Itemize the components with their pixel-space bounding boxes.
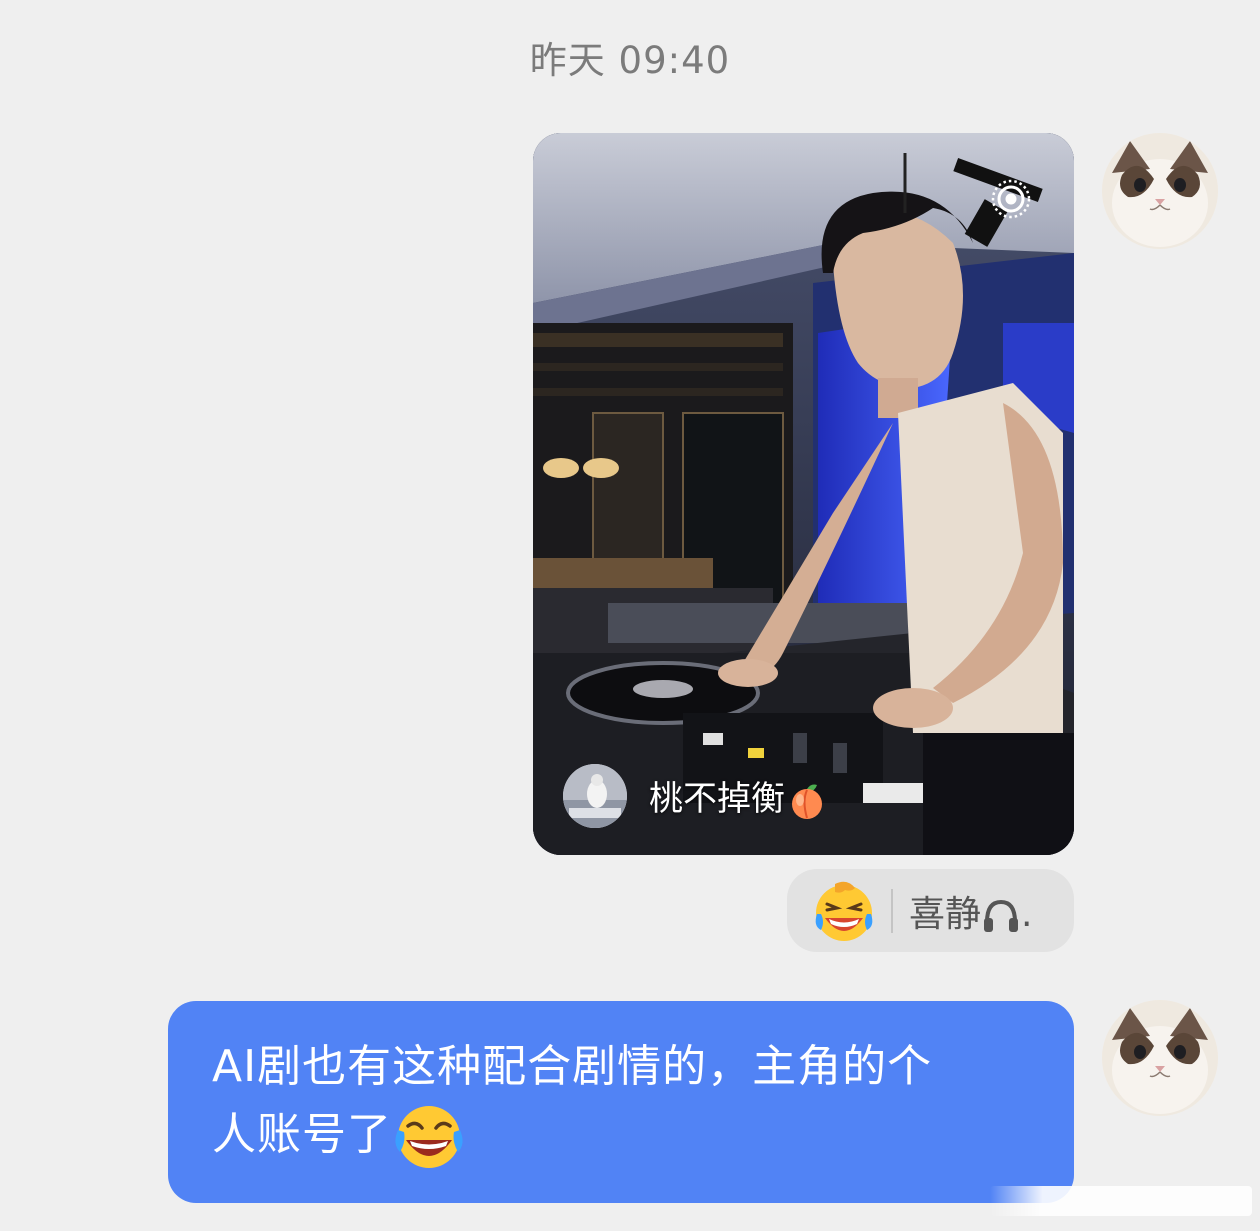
- headphone-icon: [984, 899, 1019, 932]
- user-avatar[interactable]: [1102, 1000, 1218, 1116]
- message-line-2: 人账号了: [212, 1109, 392, 1160]
- author-avatar-image: [563, 764, 627, 828]
- reaction-divider: [891, 888, 893, 933]
- cat-avatar-image: [1102, 1000, 1218, 1116]
- cat-avatar-image: [1102, 133, 1218, 249]
- photo-author-tag[interactable]: 桃不掉衡: [563, 763, 827, 829]
- peach-icon: [792, 784, 822, 819]
- message-line-1: AI剧也有这种配合剧情的，主角的个: [212, 1041, 933, 1092]
- reaction-pill[interactable]: 喜静 .: [787, 869, 1074, 952]
- reaction-user-name: 喜静: [909, 893, 982, 935]
- laughing-crying-emoji: [815, 881, 873, 941]
- photo-message[interactable]: 桃不掉衡: [533, 133, 1074, 855]
- live-photo-icon[interactable]: [989, 177, 1033, 221]
- author-name: 桃不掉衡: [649, 779, 785, 820]
- scroll-fade-overlay: [990, 1186, 1252, 1216]
- text-message-bubble[interactable]: AI剧也有这种配合剧情的，主角的个 人账号了: [168, 1001, 1074, 1203]
- user-avatar[interactable]: [1102, 133, 1218, 249]
- reaction-user-suffix: .: [1021, 893, 1033, 935]
- laughing-tears-emoji: [395, 1106, 463, 1168]
- author-avatar[interactable]: [563, 764, 627, 828]
- dj-photo-image: [533, 133, 1074, 855]
- message-timestamp: 昨天 09:40: [529, 39, 731, 82]
